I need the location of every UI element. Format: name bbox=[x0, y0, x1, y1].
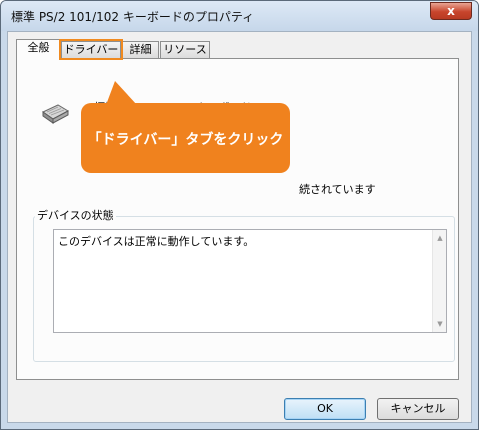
window-title: 標準 PS/2 101/102 キーボードのプロパティ bbox=[11, 10, 255, 24]
callout-text: 「ドライバー」タブをクリック bbox=[87, 132, 284, 148]
status-scrollbar[interactable]: ▲ ▼ bbox=[432, 230, 446, 332]
device-status-textbox[interactable]: このデバイスは正常に動作しています。 ▲ ▼ bbox=[53, 229, 447, 333]
device-status-text: このデバイスは正常に動作しています。 bbox=[58, 235, 255, 248]
scroll-up-arrow-icon[interactable]: ▲ bbox=[434, 232, 446, 244]
properties-dialog: 標準 PS/2 101/102 キーボードのプロパティ x 全般 ドライバー 詳… bbox=[0, 0, 479, 430]
close-icon: x bbox=[447, 4, 455, 18]
tab-driver[interactable]: ドライバー bbox=[59, 39, 123, 60]
instruction-callout: 「ドライバー」タブをクリック bbox=[81, 103, 290, 173]
tab-resources[interactable]: リソース bbox=[160, 41, 210, 58]
title-bar[interactable]: 標準 PS/2 101/102 キーボードのプロパティ x bbox=[1, 1, 478, 31]
dialog-client-area: 全般 ドライバー 詳細 リソース 標準 PS/2 101/102 キーボード 続… bbox=[7, 31, 472, 423]
keyboard-icon bbox=[42, 104, 70, 124]
tab-details[interactable]: 詳細 bbox=[122, 41, 159, 58]
ok-button[interactable]: OK bbox=[284, 398, 366, 420]
tab-general[interactable]: 全般 bbox=[16, 39, 61, 60]
close-button[interactable]: x bbox=[430, 2, 472, 20]
scroll-down-arrow-icon[interactable]: ▼ bbox=[434, 318, 446, 330]
cancel-button[interactable]: キャンセル bbox=[377, 398, 459, 420]
device-status-label: デバイスの状態 bbox=[35, 207, 116, 223]
callout-pointer bbox=[106, 81, 137, 105]
connection-status-text: 続されています bbox=[299, 183, 376, 196]
